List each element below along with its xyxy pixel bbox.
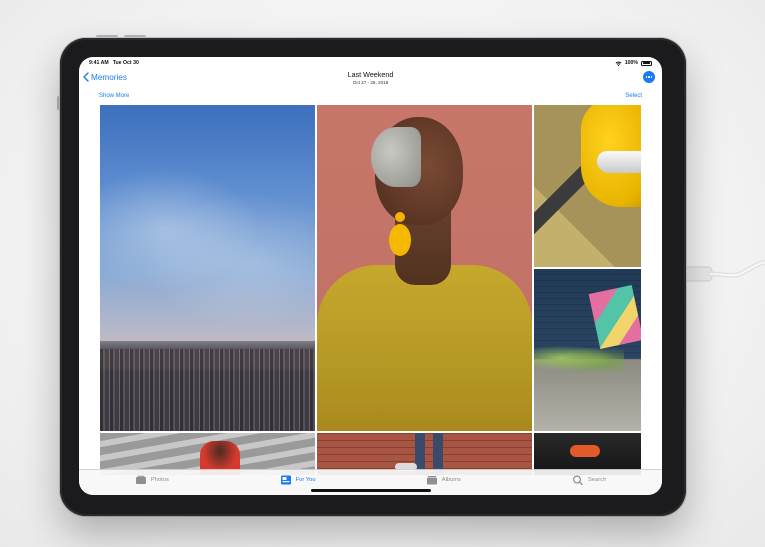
action-bar: Show More Select	[79, 91, 662, 103]
battery-icon	[641, 60, 652, 66]
photos-icon	[135, 475, 146, 484]
status-time: 9:41 AM	[89, 60, 109, 66]
tab-photos-label: Photos	[150, 476, 169, 483]
select-button[interactable]: Select	[625, 93, 642, 99]
tab-search-label: Search	[587, 476, 607, 483]
ipad-screen: 9:41 AM Tue Oct 30 100% Memories Last We…	[79, 57, 662, 495]
usb-c-cable	[684, 259, 765, 282]
tab-for-you-label: For You	[295, 476, 316, 483]
battery-percent: 100%	[624, 60, 638, 66]
photo-portrait-woman[interactable]	[317, 105, 532, 431]
title-block: Last Weekend Oct 27 - 28, 2018	[79, 70, 662, 85]
photo-yellow-taxi[interactable]	[534, 105, 641, 267]
photo-graffiti-wall[interactable]	[534, 269, 641, 431]
for-you-icon	[280, 475, 291, 484]
search-icon	[572, 474, 583, 485]
navigation-bar: Memories Last Weekend Oct 27 - 28, 2018	[79, 69, 662, 91]
albums-icon	[426, 475, 437, 484]
tab-search[interactable]: Search	[516, 474, 662, 491]
status-bar: 9:41 AM Tue Oct 30 100%	[79, 57, 662, 69]
photo-city-skyline[interactable]	[100, 105, 315, 431]
ellipsis-icon	[645, 76, 648, 78]
wifi-icon	[615, 61, 622, 66]
tab-bar: Photos For You Albums Search	[79, 469, 662, 495]
status-right: 100%	[615, 60, 652, 66]
more-options-button[interactable]	[643, 71, 655, 83]
tab-photos[interactable]: Photos	[79, 475, 225, 491]
status-date: Tue Oct 30	[112, 60, 139, 66]
page-title: Last Weekend	[347, 70, 394, 79]
page-subtitle: Oct 27 - 28, 2018	[352, 80, 389, 85]
tab-albums-label: Albums	[441, 476, 462, 483]
show-more-button[interactable]: Show More	[99, 93, 129, 99]
photo-grid	[100, 105, 641, 475]
home-indicator[interactable]	[310, 489, 431, 492]
